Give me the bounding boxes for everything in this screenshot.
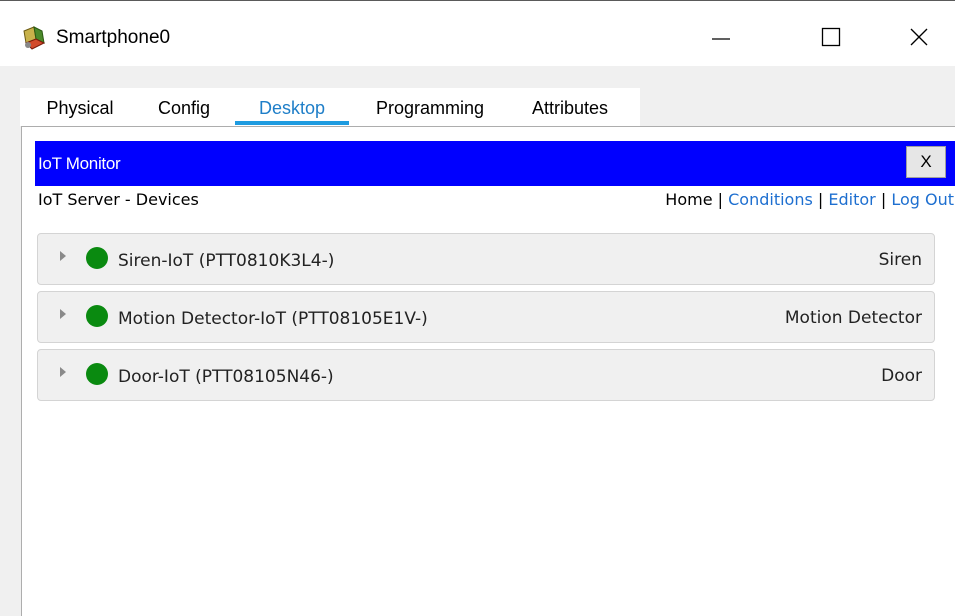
device-row-motion-detector[interactable]: Motion Detector-IoT (PTT08105E1V-) Motio… bbox=[37, 291, 935, 343]
home-link[interactable]: Home bbox=[665, 190, 712, 209]
status-online-icon bbox=[86, 305, 108, 327]
iot-subheader: IoT Server - Devices Home | Conditions |… bbox=[38, 189, 954, 213]
expand-caret-icon[interactable] bbox=[60, 251, 66, 261]
tab-programming[interactable]: Programming bbox=[365, 94, 495, 126]
device-row-siren[interactable]: Siren-IoT (PTT0810K3L4-) Siren bbox=[37, 233, 935, 285]
device-list: Siren-IoT (PTT0810K3L4-) Siren Motion De… bbox=[37, 233, 937, 407]
close-icon bbox=[910, 28, 928, 46]
device-name: Door-IoT (PTT08105N46-) bbox=[118, 367, 334, 387]
close-window-button[interactable] bbox=[896, 15, 942, 59]
device-type: Siren bbox=[878, 250, 922, 270]
tab-physical[interactable]: Physical bbox=[37, 94, 123, 126]
device-row-door[interactable]: Door-IoT (PTT08105N46-) Door bbox=[37, 349, 935, 401]
expand-caret-icon[interactable] bbox=[60, 367, 66, 377]
editor-link[interactable]: Editor bbox=[828, 190, 875, 209]
status-online-icon bbox=[86, 363, 108, 385]
minimize-button[interactable] bbox=[698, 15, 744, 59]
nav-separator: | bbox=[880, 190, 892, 209]
minimize-icon bbox=[712, 38, 730, 40]
tab-bar: Physical Config Desktop Programming Attr… bbox=[20, 88, 640, 126]
conditions-link[interactable]: Conditions bbox=[728, 190, 813, 209]
desktop-panel: IoT Monitor X IoT Server - Devices Home … bbox=[21, 126, 955, 616]
iot-monitor-close-button[interactable]: X bbox=[906, 146, 946, 178]
logout-link[interactable]: Log Out bbox=[891, 190, 954, 209]
smartphone-app-icon bbox=[23, 26, 46, 50]
tab-attributes[interactable]: Attributes bbox=[522, 94, 618, 126]
nav-separator: | bbox=[817, 190, 829, 209]
device-type: Motion Detector bbox=[784, 308, 922, 328]
maximize-icon bbox=[821, 27, 841, 47]
tab-config[interactable]: Config bbox=[150, 94, 218, 126]
window-titlebar: Smartphone0 bbox=[0, 0, 955, 66]
device-type: Door bbox=[881, 366, 922, 386]
iot-monitor-title: IoT Monitor bbox=[38, 154, 121, 173]
status-online-icon bbox=[86, 247, 108, 269]
active-tab-indicator bbox=[235, 121, 349, 125]
nav-separator: | bbox=[717, 190, 729, 209]
window-title: Smartphone0 bbox=[56, 27, 171, 48]
device-name: Siren-IoT (PTT0810K3L4-) bbox=[118, 251, 335, 271]
iot-monitor-header: IoT Monitor X bbox=[35, 141, 955, 186]
expand-caret-icon[interactable] bbox=[60, 309, 66, 319]
maximize-button[interactable] bbox=[808, 15, 854, 59]
page-subtitle: IoT Server - Devices bbox=[38, 190, 199, 209]
device-name: Motion Detector-IoT (PTT08105E1V-) bbox=[118, 309, 428, 329]
window-body: Physical Config Desktop Programming Attr… bbox=[0, 66, 955, 616]
nav-links: Home | Conditions | Editor | Log Out bbox=[665, 190, 954, 209]
